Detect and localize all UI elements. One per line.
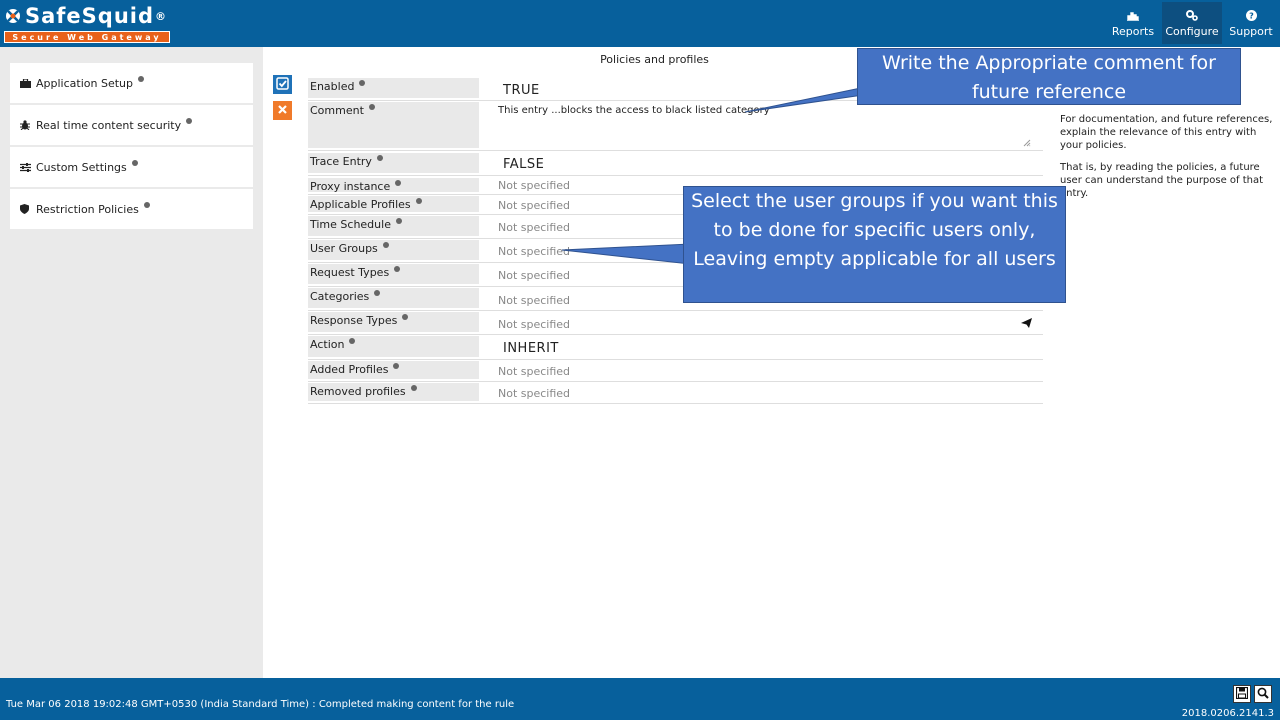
help-panel: For documentation, and future references… xyxy=(1046,47,1280,678)
sliders-icon xyxy=(20,162,32,172)
field-value-action[interactable]: INHERIT xyxy=(503,341,559,356)
field-value-time-schedule[interactable]: Not specified xyxy=(498,221,570,234)
info-icon[interactable] xyxy=(415,198,422,204)
info-icon[interactable] xyxy=(395,180,402,186)
comment-textarea[interactable]: This entry ...blocks the access to black… xyxy=(498,105,770,116)
field-row-added-profiles[interactable]: Added Profiles Not specified xyxy=(308,360,1043,382)
logo-registered-mark: ® xyxy=(155,9,168,23)
delete-entry-button[interactable] xyxy=(273,101,292,120)
logo-subtitle: Secure Web Gateway xyxy=(4,31,170,43)
user-groups-callout: Select the user groups if you want this … xyxy=(683,186,1066,303)
sidebar-item-application-setup[interactable]: Application Setup xyxy=(10,63,253,103)
field-label: Request Types xyxy=(310,266,390,279)
sidebar-item-label: Real time content security xyxy=(36,118,182,132)
field-value-applicable-profiles[interactable]: Not specified xyxy=(498,199,570,212)
top-navigation: Reports Configure ? Support xyxy=(1104,0,1280,47)
field-value-enabled[interactable]: TRUE xyxy=(503,83,540,98)
field-label: Proxy instance xyxy=(310,180,391,193)
field-value-user-groups[interactable]: Not specified xyxy=(498,245,570,258)
info-icon[interactable] xyxy=(359,80,366,86)
field-label: Categories xyxy=(310,290,370,303)
info-icon[interactable] xyxy=(394,266,401,272)
floppy-disk-icon xyxy=(1235,686,1249,702)
info-icon[interactable] xyxy=(368,104,375,110)
nav-support-label: Support xyxy=(1229,24,1273,38)
field-label: Time Schedule xyxy=(310,218,391,231)
sidebar-item-restriction-policies[interactable]: Restriction Policies xyxy=(10,189,253,229)
search-icon xyxy=(1257,687,1269,702)
info-icon[interactable] xyxy=(349,338,356,344)
field-row-action[interactable]: Action INHERIT xyxy=(308,335,1043,360)
version-label: 2018.0206.2141.3 xyxy=(1181,708,1274,719)
field-value-removed-profiles[interactable]: Not specified xyxy=(498,387,570,400)
field-label: Response Types xyxy=(310,314,398,327)
field-label: Trace Entry xyxy=(310,155,372,168)
sidebar-item-real-time-content-security[interactable]: Real time content security xyxy=(10,105,253,145)
field-value-trace-entry[interactable]: FALSE xyxy=(503,157,544,172)
resize-handle-icon[interactable] xyxy=(1023,137,1031,150)
gears-icon xyxy=(1186,9,1198,23)
field-label: Action xyxy=(310,338,345,351)
nav-configure[interactable]: Configure xyxy=(1162,2,1222,44)
field-row-trace-entry[interactable]: Trace Entry FALSE xyxy=(308,152,1043,176)
info-icon[interactable] xyxy=(410,385,417,391)
logo-title: SafeSquid xyxy=(25,4,155,28)
field-label: Enabled xyxy=(310,80,355,93)
nav-configure-label: Configure xyxy=(1165,24,1219,38)
comment-callout: Write the Appropriate comment for future… xyxy=(857,48,1241,105)
check-square-icon xyxy=(276,76,289,93)
help-paragraph: That is, by reading the policies, a futu… xyxy=(1060,162,1264,199)
safesquid-logo[interactable]: SafeSquid ® Secure Web Gateway xyxy=(4,2,170,44)
field-label: Added Profiles xyxy=(310,363,389,376)
info-icon[interactable] xyxy=(393,363,400,369)
info-icon[interactable] xyxy=(376,155,383,161)
nav-reports[interactable]: Reports xyxy=(1104,2,1162,44)
sidebar-item-label: Custom Settings xyxy=(36,160,127,174)
field-value-request-types[interactable]: Not specified xyxy=(498,269,570,282)
field-label: Removed profiles xyxy=(310,385,406,398)
field-value-categories[interactable]: Not specified xyxy=(498,294,570,307)
field-row-removed-profiles[interactable]: Removed profiles Not specified xyxy=(308,382,1043,404)
help-paragraph: For documentation, and future references… xyxy=(1060,114,1273,151)
info-icon[interactable] xyxy=(382,242,389,248)
field-label: Comment xyxy=(310,104,364,117)
info-icon[interactable] xyxy=(402,314,409,320)
briefcase-icon xyxy=(20,78,32,88)
info-icon[interactable] xyxy=(137,76,144,82)
field-value-added-profiles[interactable]: Not specified xyxy=(498,365,570,378)
save-entry-button[interactable] xyxy=(273,75,292,94)
policy-editor-panel: Policies and profiles Enabled TRUE Comme… xyxy=(263,47,1046,678)
field-value-proxy-instance[interactable]: Not specified xyxy=(498,179,570,192)
close-icon xyxy=(278,104,287,117)
info-icon[interactable] xyxy=(143,202,150,208)
squid-logo-icon xyxy=(4,7,22,25)
info-icon[interactable] xyxy=(186,118,193,124)
question-circle-icon: ? xyxy=(1245,9,1257,23)
bug-icon xyxy=(20,120,32,130)
send-icon[interactable] xyxy=(1021,318,1032,331)
field-row-comment[interactable]: Comment This entry ...blocks the access … xyxy=(308,101,1043,151)
search-button[interactable] xyxy=(1254,685,1272,703)
sidebar: Application Setup Real time content secu… xyxy=(10,63,253,231)
field-row-response-types[interactable]: Response Types Not specified xyxy=(308,311,1043,335)
field-label: Applicable Profiles xyxy=(310,198,411,211)
info-icon[interactable] xyxy=(374,290,381,296)
top-header: SafeSquid ® Secure Web Gateway Reports Co… xyxy=(0,0,1280,47)
save-button[interactable] xyxy=(1233,685,1251,703)
field-label: User Groups xyxy=(310,242,378,255)
status-message: Tue Mar 06 2018 19:02:48 GMT+0530 (India… xyxy=(6,699,515,710)
nav-reports-label: Reports xyxy=(1111,24,1155,38)
nav-support[interactable]: ? Support xyxy=(1222,2,1280,44)
shield-icon xyxy=(20,204,32,214)
sidebar-item-label: Restriction Policies xyxy=(36,202,139,216)
info-icon[interactable] xyxy=(131,160,138,166)
chart-icon xyxy=(1127,9,1139,23)
status-bar: Tue Mar 06 2018 19:02:48 GMT+0530 (India… xyxy=(0,678,1280,720)
svg-text:?: ? xyxy=(1249,12,1254,21)
sidebar-item-custom-settings[interactable]: Custom Settings xyxy=(10,147,253,187)
field-value-response-types[interactable]: Not specified xyxy=(498,318,570,331)
sidebar-item-label: Application Setup xyxy=(36,76,133,90)
info-icon[interactable] xyxy=(395,218,402,224)
